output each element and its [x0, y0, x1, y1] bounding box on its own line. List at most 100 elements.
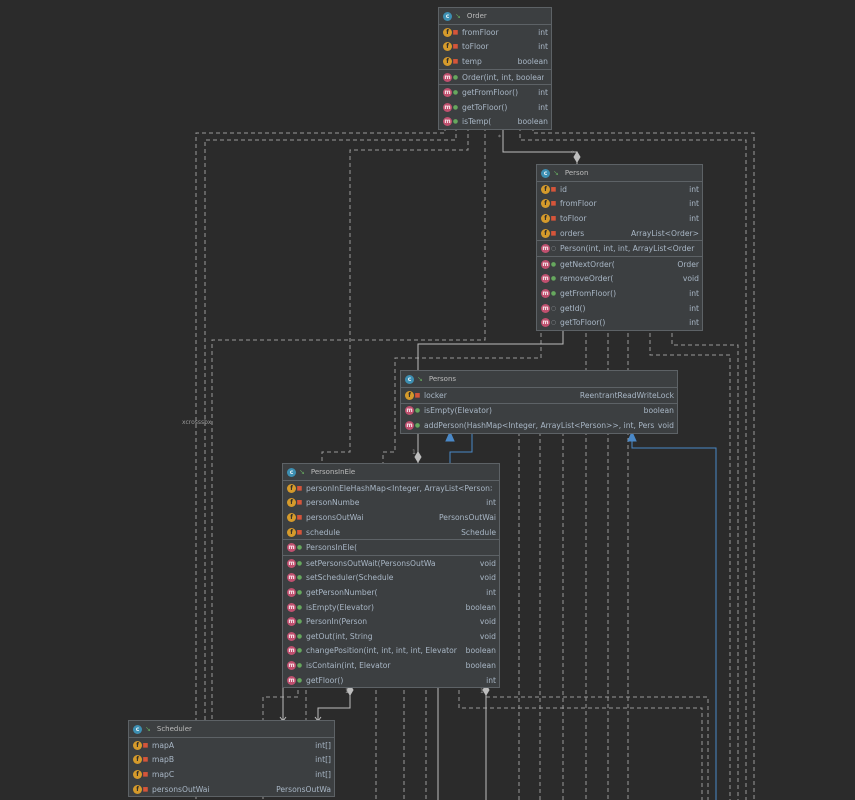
method-section: m ● getNextOrder(Order m ● removeOrder(void m ●…	[537, 257, 702, 330]
field-name: personsOutWai	[152, 784, 210, 794]
public-dot-icon: ●	[550, 260, 557, 268]
field-row[interactable]: f ■ temp boolean	[439, 54, 551, 69]
composition-diamond	[573, 151, 581, 163]
method-row[interactable]: m ● changePosition(int, int, int, int, Ele…	[283, 644, 499, 659]
field-row[interactable]: f ■ fromFloor int	[537, 197, 702, 212]
method-section: m ● isEmpty(Elevator) boolean m ● addPerson(Ha…	[401, 404, 677, 433]
method-icon: m	[541, 274, 550, 284]
method-row[interactable]: m ● isContain(int, Elevator boolean	[283, 658, 499, 673]
class-header[interactable]: c ↘ Persons	[401, 371, 677, 388]
method-icon: m	[287, 587, 296, 597]
method-type: boolean	[465, 660, 496, 670]
field-row[interactable]: f ■ toFloor int	[439, 40, 551, 55]
field-row[interactable]: f ■ orders ArrayList<Order>	[537, 226, 702, 241]
public-dot-icon: ●	[452, 103, 459, 111]
field-name: personInEleHashMap<Integer, ArrayList<Pe…	[306, 483, 492, 493]
method-icon: m	[405, 420, 414, 430]
field-icon: f	[287, 483, 296, 493]
method-name: getNextOrder(	[560, 259, 615, 269]
method-type: boolean	[465, 646, 496, 656]
field-row[interactable]: f ■ toFloor int	[537, 211, 702, 226]
field-icon: f	[287, 527, 296, 537]
field-type: int	[538, 42, 548, 52]
field-row[interactable]: f ■ personsOutWai PersonsOutWa	[129, 782, 334, 797]
field-icon: f	[133, 740, 142, 750]
method-icon: m	[287, 558, 296, 568]
field-row[interactable]: f ■ fromFloor int	[439, 25, 551, 40]
method-name: removeOrder(	[560, 274, 614, 284]
method-row[interactable]: m ● removeOrder(void	[537, 272, 702, 287]
method-row[interactable]: m ● setScheduler(Schedule void	[283, 571, 499, 586]
method-name: getOut(int, String	[306, 631, 373, 641]
method-row[interactable]: m ● isEmpty(Elevator) boolean	[401, 404, 677, 419]
class-box-order[interactable]: c ↘ Order f ■ fromFloor int f ■ toFloor int f ■ temp b…	[438, 7, 552, 131]
field-row[interactable]: f ■ id int	[537, 182, 702, 197]
field-row[interactable]: f ■ personInEleHashMap<Integer, ArrayList<…	[283, 481, 499, 496]
method-icon: m	[541, 303, 550, 313]
field-row[interactable]: f ■ personsOutWai PersonsOutWai	[283, 510, 499, 525]
field-icon: f	[541, 184, 550, 194]
field-row[interactable]: f ■ locker ReentrantReadWriteLock	[401, 388, 677, 403]
method-type: void	[657, 420, 674, 430]
method-row[interactable]: m ○ getId() int	[537, 301, 702, 316]
method-name: getId()	[560, 303, 586, 313]
method-row[interactable]: m ● getFloor() int	[283, 673, 499, 688]
field-name: personNumbe	[306, 498, 360, 508]
public-dot-icon: ●	[296, 661, 303, 669]
method-row[interactable]: m ○ getToFloor() int	[537, 315, 702, 330]
method-row[interactable]: m ● PersonIn(Person void	[283, 614, 499, 629]
public-dot-icon: ●	[414, 421, 421, 429]
method-row[interactable]: m ● addPerson(HashMap<Integer, ArrayList<P…	[401, 418, 677, 433]
class-box-person[interactable]: c ↘ Person f ■ id int f ■ fromFloor int f ■ toFloor in…	[536, 164, 703, 331]
method-row[interactable]: m ● getOut(int, String void	[283, 629, 499, 644]
multiplicity-label: *	[498, 134, 501, 141]
private-lock-icon: ■	[452, 43, 459, 51]
method-name: getPersonNumber(	[306, 587, 378, 597]
constructor-row[interactable]: m ● PersonsInEle(	[283, 540, 499, 555]
field-icon: f	[443, 42, 452, 52]
private-lock-icon: ■	[296, 528, 303, 536]
method-row[interactable]: m ● getPersonNumber(int	[283, 585, 499, 600]
method-icon: m	[405, 406, 414, 416]
class-header[interactable]: c ↘ Order	[439, 8, 551, 25]
method-row[interactable]: m ● isTemp(boolean	[439, 115, 551, 130]
method-row[interactable]: m ● getToFloor() int	[439, 100, 551, 115]
method-row[interactable]: m ● getFromFloor() int	[537, 286, 702, 301]
class-header[interactable]: c ↘ PersonsInEle	[283, 464, 499, 481]
method-name: isTemp(	[462, 117, 492, 127]
class-box-persons[interactable]: c ↘ Persons f ■ locker ReentrantReadWriteLock m…	[400, 370, 678, 434]
method-name: setPersonsOutWait(PersonsOutWa	[306, 558, 436, 568]
field-type: int	[538, 27, 548, 37]
field-row[interactable]: f ■ mapA int[]	[129, 738, 334, 753]
field-row[interactable]: f ■ schedule Schedule	[283, 525, 499, 540]
method-row[interactable]: m ● isEmpty(Elevator) boolean	[283, 600, 499, 615]
field-row[interactable]: f ■ personNumbe int	[283, 496, 499, 511]
public-dot-icon: ●	[296, 544, 303, 552]
public-dot-icon: ●	[296, 574, 303, 582]
field-type: ReentrantReadWriteLock	[579, 390, 674, 400]
method-name: PersonIn(Person	[306, 617, 368, 627]
field-section: f ■ locker ReentrantReadWriteLock	[401, 388, 677, 404]
method-icon: m	[541, 259, 550, 269]
method-row[interactable]: m ● getFromFloor() int	[439, 85, 551, 100]
field-name: locker	[424, 390, 447, 400]
class-header[interactable]: c ↘ Person	[537, 165, 702, 182]
class-box-scheduler[interactable]: c ↘ Scheduler f ■ mapA int[] f ■ mapB int[] f ■ mapC i…	[128, 720, 335, 798]
public-dot-icon: ●	[550, 289, 557, 297]
field-row[interactable]: f ■ mapC int[]	[129, 767, 334, 782]
method-row[interactable]: m ● getNextOrder(Order	[537, 257, 702, 272]
method-row[interactable]: m ● setPersonsOutWait(PersonsOutWa void	[283, 556, 499, 571]
class-header[interactable]: c ↘ Scheduler	[129, 721, 334, 738]
class-box-personsinele[interactable]: c ↘ PersonsInEle f ■ personInEleHashMap<Integ…	[282, 463, 500, 689]
multiplicity-label: 1	[480, 688, 484, 695]
field-icon: f	[133, 784, 142, 794]
field-row[interactable]: f ■ mapB int[]	[129, 753, 334, 768]
method-name: setScheduler(Schedule	[306, 573, 394, 583]
method-name: isEmpty(Elevator)	[306, 602, 374, 612]
class-name: Person	[564, 169, 589, 177]
constructor-row[interactable]: m ○ Person(int, int, int, ArrayList<Order>	[537, 241, 702, 256]
constructor-name: PersonsInEle(	[306, 543, 358, 553]
package-dot-icon: ○	[550, 245, 557, 253]
leaf-icon: ↘	[145, 725, 151, 733]
constructor-row[interactable]: m ● Order(int, int, boolean	[439, 70, 551, 85]
